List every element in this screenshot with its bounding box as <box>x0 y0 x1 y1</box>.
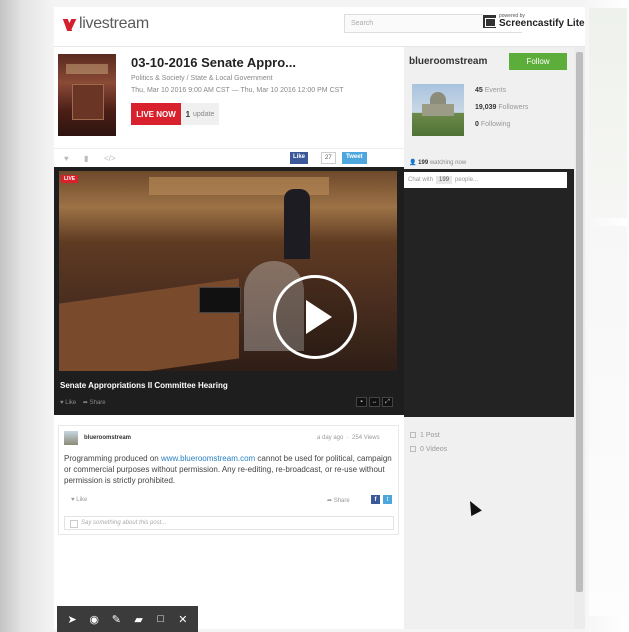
post-views: 254 Views <box>352 435 380 441</box>
video-actions: ♥ Like ➦ Share <box>60 399 106 406</box>
post-share-button[interactable]: ➦ Share <box>327 497 350 504</box>
video-share-icon[interactable]: ➦ <box>83 400 90 406</box>
browser-page: livestream Search powered by Screencasti… <box>54 7 585 629</box>
livestream-logo[interactable]: livestream <box>64 13 149 35</box>
chat-panel: Chat with 199 people... <box>404 169 574 417</box>
page-scrollbar[interactable] <box>574 47 585 629</box>
scrollbar-thumb[interactable] <box>576 52 583 592</box>
video-icon <box>410 446 416 452</box>
embed-icon[interactable]: </> <box>104 154 116 163</box>
heart-icon[interactable]: ♥ <box>64 154 69 163</box>
videos-link[interactable]: 0 Videos <box>410 442 447 456</box>
channel-sidebar: blueroomstream Follow 45 Events 19,039 F… <box>404 47 574 629</box>
popout-icon[interactable]: ⤢ <box>382 397 393 407</box>
events-stat[interactable]: 45 Events <box>475 87 528 104</box>
rectangle-tool-icon[interactable]: □ <box>152 613 170 625</box>
watching-now: 👤 199 watching now <box>409 160 467 166</box>
chat-suffix: people... <box>455 177 479 183</box>
updates-button[interactable]: 1 update <box>181 103 219 125</box>
pen-tool-icon[interactable]: ✎ <box>107 613 125 626</box>
video-like[interactable]: Like <box>65 400 76 406</box>
post-like-label: Like <box>76 497 88 503</box>
posts-link[interactable]: 1 Post <box>410 428 447 442</box>
post-meta: a day ago · 254 Views <box>317 435 380 441</box>
chat-icon[interactable]: ▪ <box>356 397 367 407</box>
tweet-button[interactable]: Tweet <box>342 152 367 164</box>
post-icon <box>410 432 416 438</box>
update-count: 1 <box>185 109 191 119</box>
post-body: Programming produced on www.blueroomstre… <box>64 453 396 486</box>
event-date: Thu, Mar 10 2016 9:00 AM CST — Thu, Mar … <box>131 87 344 94</box>
twitter-share-icon[interactable]: t <box>383 495 392 504</box>
avatar[interactable] <box>64 431 78 445</box>
eraser-tool-icon[interactable]: ▰ <box>130 613 148 626</box>
post-link[interactable]: www.blueroomstream.com <box>161 454 255 463</box>
desktop-background-right <box>585 0 629 632</box>
share-icon: ➦ <box>327 498 334 504</box>
viewers-icon: 👤 <box>409 160 419 166</box>
close-icon[interactable]: ✕ <box>174 613 192 626</box>
update-label: update <box>193 110 215 118</box>
screencastify-name: Screencastify Lite <box>499 17 585 29</box>
event-info: 03-10-2016 Senate Appro... Politics & So… <box>54 47 404 149</box>
spotlight-tool-icon[interactable]: ◉ <box>85 613 103 626</box>
live-badge: LIVE <box>61 175 79 183</box>
chat-count: 199 <box>436 176 453 184</box>
player-controls: ▪ ↔ ⤢ <box>356 397 393 407</box>
comment-input[interactable]: Say something about this post... <box>64 516 394 530</box>
live-now-button[interactable]: LIVE NOW <box>131 103 181 125</box>
livestream-logo-icon <box>64 16 77 32</box>
channel-name[interactable]: blueroomstream <box>409 56 487 67</box>
play-button-icon[interactable] <box>273 275 357 359</box>
followers-stat[interactable]: 19,039 Followers <box>475 104 528 121</box>
follow-button[interactable]: Follow <box>509 53 567 70</box>
facebook-like-count: 27 <box>321 152 336 164</box>
chat-input[interactable]: Chat with 199 people... <box>404 172 567 188</box>
video-frame[interactable]: LIVE <box>59 171 397 371</box>
following-stat[interactable]: 0 Following <box>475 121 528 138</box>
background-window-top <box>589 8 627 218</box>
video-player[interactable]: LIVE Senate Appropriations II Committee … <box>54 167 404 415</box>
event-title: 03-10-2016 Senate Appro... <box>131 55 296 70</box>
chat-prefix: Chat with <box>408 177 434 183</box>
event-thumbnail[interactable] <box>58 54 116 136</box>
video-share[interactable]: Share <box>90 400 106 406</box>
screencastify-icon <box>483 14 496 28</box>
screencastify-toolbar: ➤ ◉ ✎ ▰ □ ✕ <box>57 606 198 632</box>
post-time: a day ago <box>317 435 344 441</box>
background-window-bottom <box>589 226 627 616</box>
video-title: Senate Appropriations II Committee Heari… <box>60 381 228 390</box>
channel-stats: 45 Events 19,039 Followers 0 Following <box>475 87 528 138</box>
logo-text: livestream <box>79 15 149 32</box>
channel-thumbnail[interactable] <box>412 84 464 136</box>
post-share-label: Share <box>333 498 350 504</box>
facebook-share-icon[interactable]: f <box>371 495 380 504</box>
expand-icon[interactable]: ↔ <box>369 397 380 407</box>
channel-links: 1 Post 0 Videos <box>410 428 447 456</box>
post-card: blueroomstream a day ago · 254 Views Pro… <box>58 425 399 535</box>
site-header: livestream Search powered by Screencasti… <box>54 7 585 47</box>
stats-icon[interactable]: ▮ <box>84 154 88 163</box>
event-category[interactable]: Politics & Society / State & Local Gover… <box>131 75 273 82</box>
pointer-tool-icon[interactable]: ➤ <box>63 613 81 626</box>
share-bar: ♥ ▮ </> Like 27 Tweet <box>54 148 404 167</box>
post-text-before: Programming produced on <box>64 454 161 463</box>
desktop-background-left <box>0 0 54 632</box>
post-author[interactable]: blueroomstream <box>84 435 131 441</box>
screencastify-watermark: powered by Screencastify Lite <box>483 10 585 32</box>
post-like-button[interactable]: ♥ Like <box>71 497 87 503</box>
facebook-like-button[interactable]: Like <box>290 152 309 164</box>
